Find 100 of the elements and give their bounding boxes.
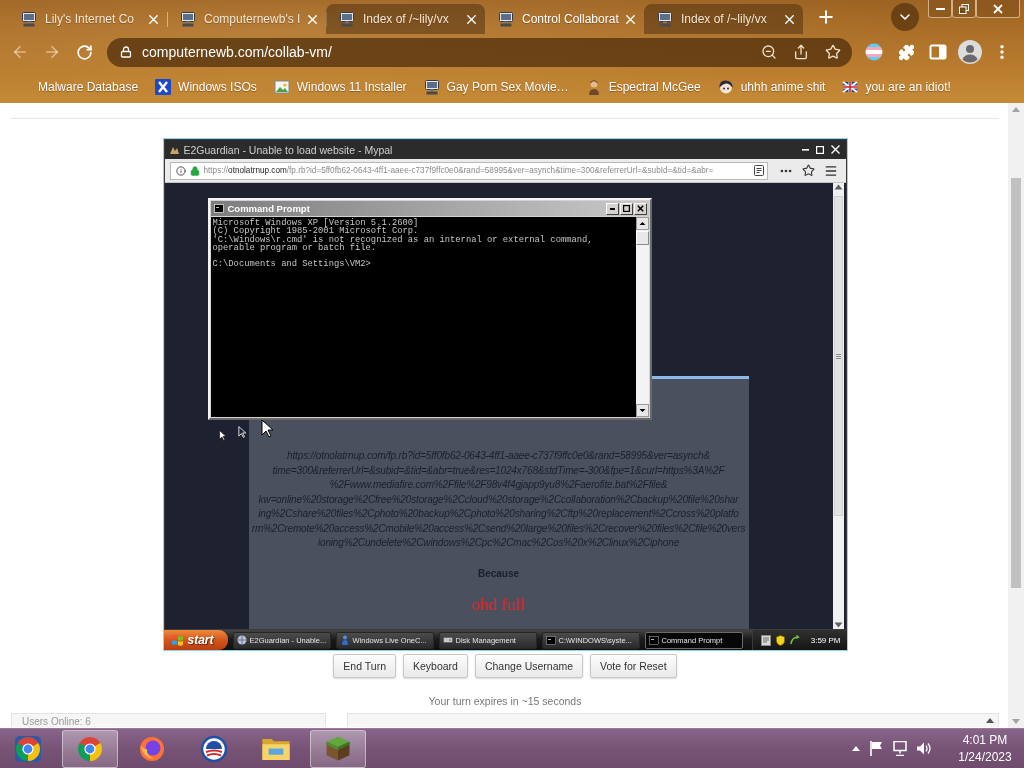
computer-icon [21,11,37,27]
close-icon [993,3,1003,14]
maximize-icon [622,205,630,212]
close-icon [636,205,644,212]
browser-tab[interactable]: Control Collaborat [485,4,644,34]
new-tab-icon[interactable] [816,7,836,27]
reason-text: ohd full [471,594,526,615]
striped-circle-icon[interactable] [865,43,883,61]
browser-tab[interactable]: Index of /~lily/vx [644,4,803,34]
caret-up-icon[interactable] [852,746,860,751]
speaker-icon[interactable] [917,742,932,755]
browser-tab[interactable]: Index of /~lily/vx [326,4,485,34]
lock-icon[interactable] [120,46,132,58]
computer-icon [423,78,440,95]
reload-icon[interactable] [75,43,93,61]
tray-clock: 3:59 PM [810,635,841,645]
restore-icon [959,3,969,14]
shield-icon[interactable] [775,634,785,646]
taskbar-app-button[interactable] [310,729,366,768]
scroll-down-arrow-icon [833,622,843,628]
flag-icon [842,78,859,95]
bookmark[interactable]: uhhh anime shit [709,73,834,100]
bookmark[interactable]: Malware Database [30,73,147,100]
clock-time: 4:01 PM [962,731,1008,749]
address-field[interactable]: https://otnolatrnup.com/fp.rb?id=5ff0fb62-0643-4ff1-aaee-c737f9ffc0e0&rand=58995&ver=asynch&time=300&referrerUrl=&subId=&tid=&abr= [169,161,768,180]
tab-search-button[interactable] [891,3,919,31]
vm-control-button[interactable]: Change Username [474,654,584,678]
turn-status-text: Your turn expires in ~15 seconds [428,695,582,707]
address-bar[interactable]: computernewb.com/collab-vm/ [107,37,852,67]
browser-icon [76,734,104,763]
grass-block-icon [326,736,350,761]
url-text: computernewb.com/collab-vm/ [142,44,333,60]
document-icon[interactable] [760,634,771,646]
minimize-icon [609,207,615,210]
vm-control-button[interactable]: Vote for Reset [590,654,677,678]
computer-icon [498,11,514,27]
maximize-icon[interactable] [815,145,824,154]
network-icon[interactable] [893,741,907,756]
computer-icon [180,11,196,27]
scroll-thumb[interactable] [833,196,843,516]
fox-globe-icon [138,734,166,763]
console-icon [213,204,224,213]
four-color-flag-icon [170,634,184,646]
bookmark[interactable]: Windows 11 Installer [265,73,415,100]
vm-control-button[interactable]: End Turn [333,654,396,678]
maximize-button[interactable] [619,202,633,215]
minimize-icon[interactable] [801,148,809,151]
grip-icon [835,353,841,359]
browser-tab[interactable]: Computernewb's I [167,4,326,34]
character-icon [717,78,734,95]
star-icon[interactable] [801,164,815,177]
start-button[interactable]: start [163,630,228,650]
bookmark[interactable]: you are an idiot! [834,73,959,100]
cursor-icon [218,430,226,441]
window-title: E2Guardian - Unable to load website - Mypal [183,143,394,156]
browser-icon [14,734,42,763]
reader-icon[interactable] [753,165,764,176]
info-icon[interactable] [175,165,186,176]
computer-icon [339,11,355,27]
puzzle-icon[interactable] [897,43,915,61]
cursor-icon [237,426,246,438]
users-online-text: Users Online: 6 [22,716,92,727]
bookmark[interactable]: Gay Porn Sex Movie… [415,73,577,100]
round-logo-icon [200,734,228,763]
clock-date: 1/24/2023 [958,748,1012,766]
url-text: https://otnolatrnup.com/fp.rb?id=5ff0fb62-0643-4ff1-aaee-c737f9ffc0e0&rand=58995&ver=asynch&time=300&referrerUrl=&subId=&tid=&abr= [203,166,715,175]
cursor-icon [260,419,273,438]
avatar-icon[interactable] [958,40,982,64]
bookmark[interactable]: Espectral McGee [577,73,709,100]
bookmark[interactable]: Windows ISOs [147,73,265,100]
image-icon [273,78,290,95]
arrow-icon[interactable] [789,635,800,645]
console-title: Command Prompt [227,203,311,214]
logo-icon [168,145,180,154]
console-scrollbar[interactable] [635,217,649,417]
side-panel-icon[interactable] [929,43,947,61]
browser-tab[interactable]: Lily's Internet Co [8,4,167,34]
zoom-out-icon[interactable] [761,44,777,60]
console-output: Microsoft Windows XP [Version 5.1.2600] (C) Copyright 1985-2001 Microsoft Corp. 'C:\Windows\r.cmd' is not recognized as an internal or external command, operable program or batch file. [212,219,594,253]
page-scrollbar[interactable] [1008,103,1024,728]
restore-button[interactable] [952,0,976,18]
flag-icon[interactable] [870,741,883,756]
console-prompt: C:\Documents and Settings\VM2> [212,260,372,269]
minimize-icon [935,7,945,10]
vm-control-button[interactable]: Keyboard [403,654,468,678]
folder-icon [262,737,290,760]
x-mark-icon [155,78,172,95]
scroll-up-arrow-icon[interactable] [986,718,994,723]
computer-icon [657,11,673,27]
console-icon [648,635,659,645]
globe-icon [236,635,247,645]
scroll-thumb[interactable] [1011,178,1021,588]
figure-icon [339,635,350,645]
close-icon[interactable] [830,145,840,154]
minimize-button[interactable] [928,0,952,18]
scroll-up-arrow-icon [833,184,843,190]
scrollbar[interactable] [832,183,844,629]
share-icon[interactable] [793,44,809,60]
menu-icon[interactable] [823,163,838,178]
console-icon [545,635,556,645]
